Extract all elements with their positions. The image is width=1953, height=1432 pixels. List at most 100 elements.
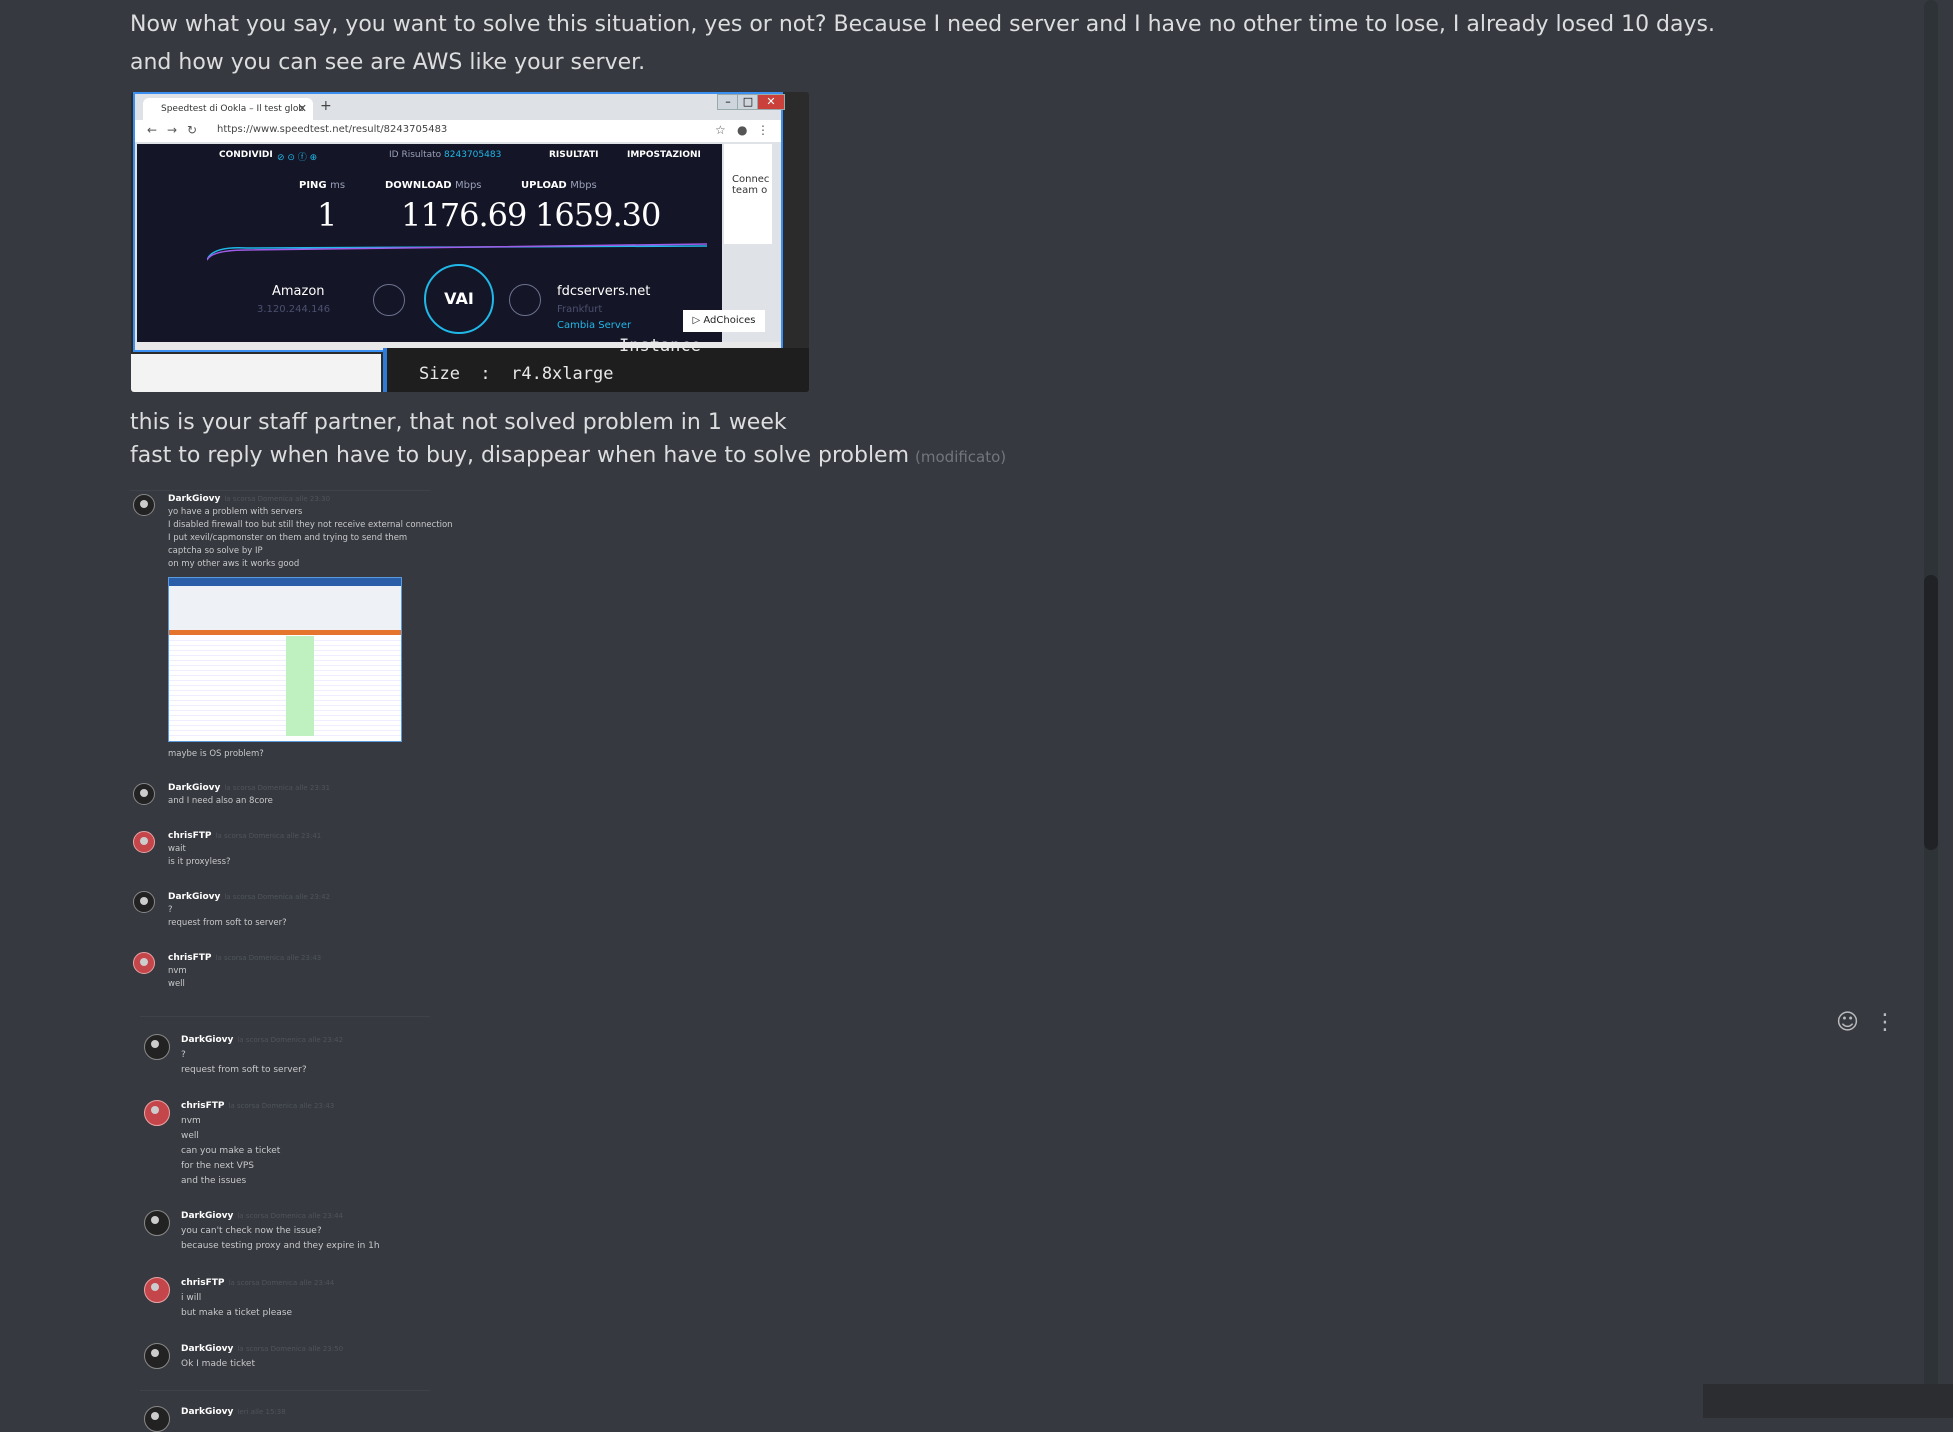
chat-username: DarkGiovy (168, 892, 221, 902)
chat-timestamp: la scorsa Domenica alle 23:41 (215, 832, 322, 840)
bottom-right-panel (1703, 1384, 1953, 1418)
chat-line: yo have a problem with servers (168, 507, 303, 517)
chat-username: chrisFTP (181, 1101, 225, 1111)
adchoices-label: AdChoices (703, 315, 756, 326)
maximize-icon: □ (737, 94, 759, 110)
minimize-icon: – (717, 94, 739, 110)
chat-line: can you make a ticket (181, 1146, 281, 1156)
chat-scrollbar[interactable] (1924, 0, 1938, 1418)
chat-timestamp: la scorsa Domenica alle 23:43 (215, 954, 322, 962)
browser-tab-title: Speedtest di Ookla – Il test glob (161, 104, 305, 114)
message-line-2: and how you can see are AWS like your se… (130, 50, 646, 75)
chat-line: request from soft to server? (181, 1065, 307, 1075)
browser-url: https://www.speedtest.net/result/8243705… (217, 124, 448, 135)
upload-unit: Mbps (570, 180, 597, 191)
chat-line: nvm (168, 966, 187, 976)
proxy-checker-thumbnail (168, 577, 402, 742)
chat-line: and the issues (181, 1176, 247, 1186)
upload-value: 1659.30 (535, 196, 661, 234)
chat-username: DarkGiovy (181, 1211, 234, 1221)
chat-message: chrisFTP la scorsa Domenica alle 23:43 nv… (181, 1099, 334, 1189)
add-reaction-icon[interactable]: ☺ (1836, 1010, 1859, 1035)
chat-message: DarkGiovy la scorsa Domenica alle 23:50 O… (181, 1342, 343, 1372)
browser-titlebar: Speedtest di Ookla – Il test glob ✕ + – … (135, 94, 785, 120)
chat-username: DarkGiovy (168, 494, 221, 504)
chat-line: on my other aws it works good (168, 559, 300, 569)
isp-name: Amazon (272, 284, 325, 299)
chat-line: is it proxyless? (168, 857, 231, 867)
browser-window: Speedtest di Ookla – Il test glob ✕ + – … (133, 92, 785, 352)
menu-dots-icon: ⋮ (757, 123, 769, 137)
terminal-size-line: Size : r4.8xlarge (419, 364, 614, 384)
tab-close-icon: ✕ (297, 102, 307, 115)
thumbnail-table-rows (169, 636, 401, 736)
avatar (133, 494, 155, 516)
chat-line: but make a ticket please (181, 1308, 293, 1318)
more-options-icon[interactable]: ⋮ (1874, 1010, 1896, 1035)
chat-divider (130, 490, 430, 491)
browser-tab: Speedtest di Ookla – Il test glob ✕ (143, 98, 313, 120)
upload-label-text: UPLOAD (521, 180, 567, 191)
upload-label: UPLOAD Mbps (521, 180, 597, 191)
scrollbar-thumb[interactable] (1924, 575, 1938, 850)
screenshot-blank-area (131, 354, 381, 392)
terminal-snippet: Instance Size : r4.8xlarge (383, 336, 809, 392)
chat-timestamp: la scorsa Domenica alle 23:42 (237, 1036, 344, 1044)
ping-value: 1 (317, 196, 337, 234)
address-bar: ← → ↻ https://www.speedtest.net/result/8… (135, 120, 781, 142)
avatar (144, 1034, 170, 1060)
chat-timestamp: la scorsa Domenica alle 23:44 (228, 1279, 335, 1287)
chat-line: Ok I made ticket (181, 1359, 255, 1369)
back-icon: ← (147, 123, 158, 137)
chat-username: chrisFTP (181, 1278, 225, 1288)
ping-label-text: PING (299, 180, 327, 191)
chat-line: request from soft to server? (168, 918, 287, 928)
chat-line: you can't check now the issue? (181, 1226, 322, 1236)
side-ad-line-1: Connec (732, 174, 770, 185)
globe-icon (509, 284, 541, 316)
results-label: RISULTATI (549, 150, 599, 160)
chat-message: DarkGiovy la scorsa Domenica alle 23:44 y… (181, 1209, 380, 1254)
chat-timestamp: la scorsa Domenica alle 23:50 (237, 1345, 344, 1353)
speed-graph (207, 243, 707, 261)
chat-message: chrisFTP la scorsa Domenica alle 23:41 wa… (168, 830, 321, 869)
speedtest-screenshot[interactable]: Speedtest di Ookla – Il test glob ✕ + – … (131, 92, 809, 392)
chat-line: well (168, 979, 185, 989)
thumbnail-status-column (286, 636, 314, 736)
chat-line: I disabled firewall too but still they n… (168, 520, 453, 530)
new-tab-icon: + (320, 98, 332, 114)
avatar (144, 1277, 170, 1303)
chat-message: chrisFTP la scorsa Domenica alle 23:43 nv… (168, 952, 321, 991)
chat-line: i will (181, 1293, 202, 1303)
result-id: 8243705483 (444, 150, 502, 160)
go-button: VAI (424, 264, 494, 334)
thumbnail-header-row (169, 630, 401, 635)
chat-message: DarkGiovy la scorsa Domenica alle 23:42 ?… (168, 891, 330, 930)
side-ad: Connec team o (724, 144, 772, 244)
result-id-label: ID Risultato 8243705483 (389, 150, 501, 160)
avatar (144, 1100, 170, 1126)
avatar (144, 1343, 170, 1369)
thumbnail-titlebar (169, 578, 401, 586)
reload-icon: ↻ (187, 123, 198, 137)
edited-label: (modificato) (915, 448, 1007, 466)
chat-message: DarkGiovy la scorsa Domenica alle 23:31 a… (168, 782, 330, 808)
chat-line: ? (168, 905, 173, 915)
message-line-1: Now what you say, you want to solve this… (130, 12, 1715, 37)
ping-label: PING ms (299, 180, 345, 191)
chat-line: and I need also an 8core (168, 796, 273, 806)
window-close-icon: ✕ (757, 94, 785, 110)
ping-unit: ms (330, 180, 346, 191)
avatar (144, 1406, 170, 1432)
profile-icon: ● (737, 123, 748, 137)
message-line-4-text: fast to reply when have to buy, disappea… (130, 443, 910, 468)
chat-timestamp: la scorsa Domenica alle 23:44 (237, 1212, 344, 1220)
server-name: fdcservers.net (557, 284, 651, 299)
chat-line: for the next VPS (181, 1161, 254, 1171)
chat-line: well (181, 1131, 199, 1141)
avatar (144, 1210, 170, 1236)
isp-ip: 3.120.244.146 (257, 304, 331, 315)
chat-username: chrisFTP (168, 831, 212, 841)
avatar (133, 952, 155, 974)
chat-line: ? (181, 1050, 186, 1060)
